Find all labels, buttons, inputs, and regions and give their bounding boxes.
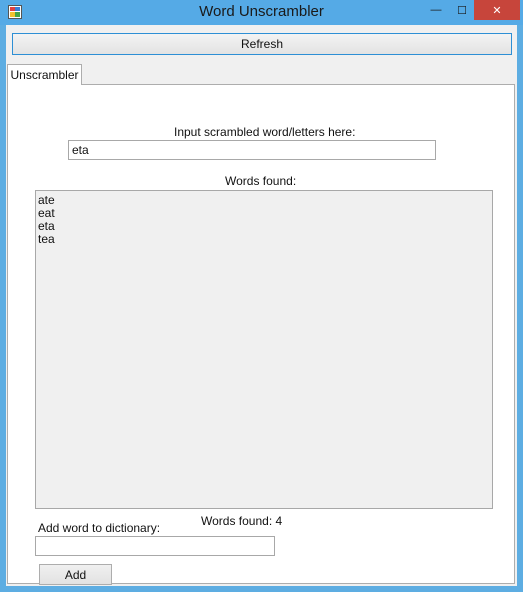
maximize-icon: ☐: [457, 4, 467, 17]
input-label: Input scrambled word/letters here:: [174, 125, 356, 139]
close-button[interactable]: ✕: [474, 0, 520, 20]
minimize-icon: —: [430, 4, 442, 16]
refresh-button[interactable]: Refresh: [12, 33, 512, 55]
close-icon: ✕: [492, 4, 502, 17]
scrambled-word-input[interactable]: eta: [68, 140, 436, 160]
minimize-button[interactable]: —: [424, 0, 448, 20]
list-item[interactable]: eta: [38, 220, 490, 233]
words-found-count: Words found: 4: [201, 514, 283, 528]
maximize-button[interactable]: ☐: [450, 0, 474, 20]
add-word-input[interactable]: [35, 536, 275, 556]
words-found-list[interactable]: ate eat eta tea: [35, 190, 493, 509]
app-window: Word Unscrambler — ☐ ✕ Refresh Unscrambl…: [0, 0, 523, 592]
title-bar[interactable]: Word Unscrambler — ☐ ✕: [0, 0, 523, 25]
list-item[interactable]: tea: [38, 233, 490, 246]
client-area: Refresh Unscrambler Input scrambled word…: [6, 25, 517, 586]
words-found-label: Words found:: [225, 174, 297, 188]
list-item[interactable]: eat: [38, 207, 490, 220]
add-button[interactable]: Add: [39, 564, 112, 585]
list-item[interactable]: ate: [38, 194, 490, 207]
add-word-label: Add word to dictionary:: [38, 521, 161, 535]
unscrambler-tab-page: Input scrambled word/letters here: eta W…: [7, 84, 515, 585]
tab-unscrambler[interactable]: Unscrambler: [7, 64, 82, 85]
